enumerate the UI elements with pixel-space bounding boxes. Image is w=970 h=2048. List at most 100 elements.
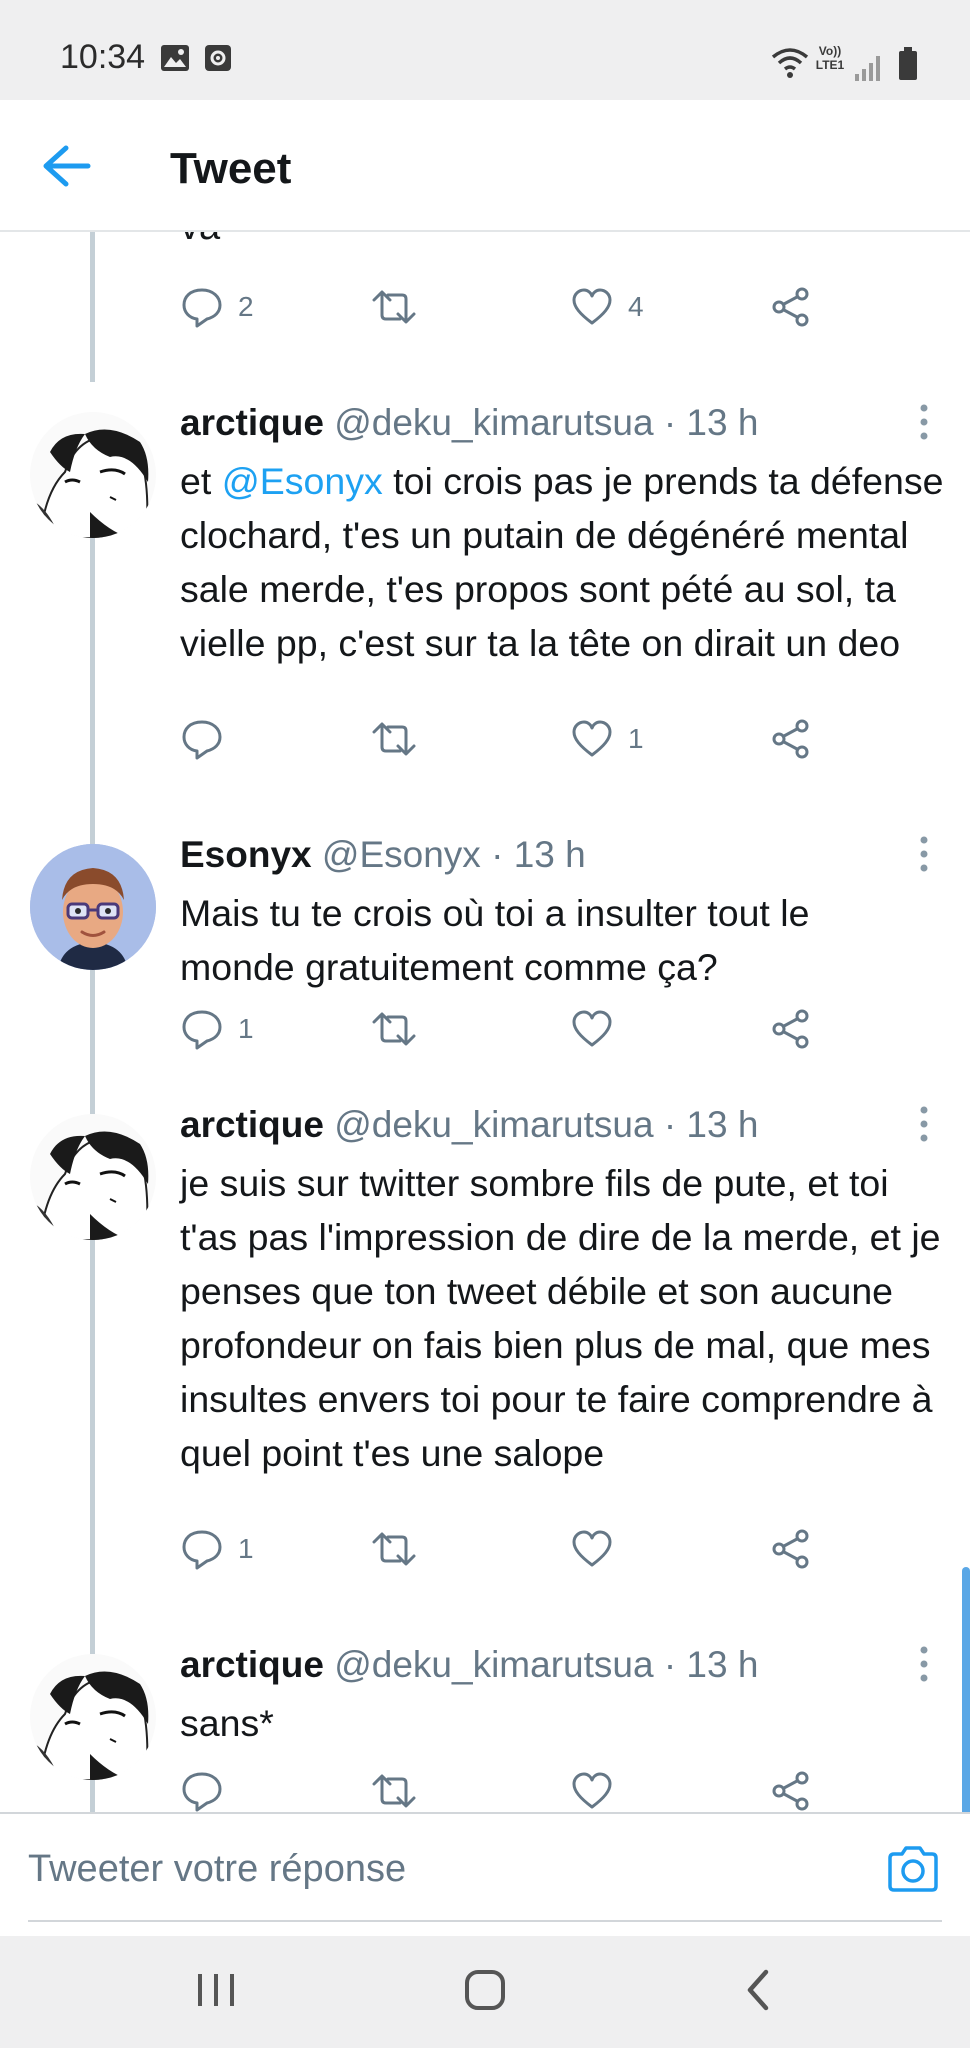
partial-tweet-text: va	[180, 232, 220, 249]
share-button[interactable]	[770, 1766, 812, 1812]
author-name[interactable]: arctique	[180, 1104, 324, 1145]
share-button[interactable]	[770, 1524, 812, 1574]
reply-button[interactable]: 2	[180, 282, 254, 332]
like-button[interactable]	[570, 1766, 628, 1812]
mention-link[interactable]: @Esonyx	[222, 460, 383, 502]
screen-record-icon	[205, 45, 231, 71]
camera-icon[interactable]	[886, 1844, 940, 1894]
thread-line	[90, 232, 95, 382]
like-button[interactable]: 4	[570, 282, 644, 332]
volte-lte-icon: Vo)) LTE1	[812, 44, 848, 72]
author-name[interactable]: arctique	[180, 402, 324, 443]
manga-avatar-image	[30, 1114, 156, 1240]
share-button[interactable]	[770, 282, 812, 332]
retweet-button[interactable]	[370, 282, 418, 332]
author-name[interactable]: Esonyx	[180, 834, 312, 875]
more-options-icon[interactable]	[914, 402, 934, 442]
memoji-avatar-image	[30, 844, 156, 970]
tweet-text: Mais tu te crois où toi a insulter tout …	[180, 892, 810, 988]
app-header: Tweet	[0, 100, 970, 232]
manga-avatar-image	[30, 1654, 156, 1780]
reply-icon	[182, 1772, 222, 1812]
retweet-icon	[372, 1012, 416, 1046]
tweet-actions: 2 4	[180, 282, 840, 332]
home-icon[interactable]	[462, 1966, 508, 2014]
heart-icon	[572, 1010, 612, 1047]
reply-count: 2	[238, 291, 254, 322]
reply-count: 1	[238, 1533, 254, 1564]
avatar[interactable]	[30, 1114, 156, 1240]
share-icon	[772, 719, 809, 759]
tweet-text: je suis sur twitter sombre fils de pute,…	[180, 1162, 941, 1474]
tweet-actions: 1	[180, 1524, 840, 1574]
like-button[interactable]	[570, 1524, 628, 1574]
arrow-left-icon[interactable]	[40, 144, 92, 188]
manga-avatar-image	[30, 412, 156, 538]
more-options-icon[interactable]	[914, 1644, 934, 1684]
status-time: 10:34	[60, 38, 146, 76]
like-count: 4	[628, 291, 644, 322]
share-button[interactable]	[770, 1004, 812, 1054]
retweet-icon	[372, 290, 416, 324]
reply-button[interactable]	[180, 1766, 238, 1812]
tweet-time: · 13 h	[491, 834, 586, 875]
author-handle[interactable]: @deku_kimarutsua	[334, 402, 653, 443]
reply-count: 1	[238, 1013, 254, 1044]
reply-icon	[182, 1530, 222, 1570]
scrollbar[interactable]	[962, 1567, 970, 1812]
image-icon	[161, 45, 189, 71]
author-name[interactable]: arctique	[180, 1644, 324, 1685]
like-button[interactable]	[570, 1004, 628, 1054]
heart-icon	[572, 288, 612, 325]
share-icon	[772, 287, 809, 327]
tweet-time: · 13 h	[663, 1104, 759, 1145]
reply-icon	[182, 288, 222, 328]
system-nav-bar	[0, 1936, 970, 2048]
tweet-time: · 13 h	[663, 402, 759, 443]
retweet-button[interactable]	[370, 1004, 418, 1054]
retweet-button[interactable]	[370, 714, 418, 764]
reply-input[interactable]: Tweeter votre réponse	[28, 1848, 406, 1891]
retweet-icon	[372, 1532, 416, 1566]
reply-button[interactable]	[180, 714, 238, 764]
like-button[interactable]: 1	[570, 714, 644, 764]
more-options-icon[interactable]	[914, 834, 934, 874]
like-count: 1	[628, 723, 644, 754]
retweet-button[interactable]	[370, 1766, 418, 1812]
reply-button[interactable]: 1	[180, 1524, 254, 1574]
back-icon[interactable]	[740, 1966, 776, 2014]
battery-icon	[899, 47, 917, 80]
tweet-text-prefix: et	[180, 460, 222, 502]
avatar[interactable]	[30, 412, 156, 538]
recent-apps-icon[interactable]	[194, 1966, 238, 2014]
reply-button[interactable]: 1	[180, 1004, 254, 1054]
share-icon	[772, 1529, 809, 1569]
tweet-header: arctique @deku_kimarutsua · 13 h	[180, 1644, 758, 1686]
more-options-icon[interactable]	[914, 1104, 934, 1144]
tweet-actions	[180, 1766, 840, 1812]
author-handle[interactable]: @Esonyx	[322, 834, 481, 875]
heart-icon	[572, 720, 612, 757]
tweet-text: et @Esonyx toi crois pas je prends ta dé…	[180, 454, 950, 670]
status-bar: 10:34 Vo)) LTE1	[0, 0, 970, 100]
tweet-header: Esonyx @Esonyx · 13 h	[180, 834, 586, 876]
share-icon	[772, 1009, 809, 1049]
signal-icon	[855, 56, 880, 81]
retweet-button[interactable]	[370, 1524, 418, 1574]
share-icon	[772, 1771, 809, 1811]
avatar[interactable]	[30, 844, 156, 970]
tweet-header: arctique @deku_kimarutsua · 13 h	[180, 402, 758, 444]
tweet-time: · 13 h	[663, 1644, 759, 1685]
volte-label: Vo))	[818, 44, 842, 58]
page-title: Tweet	[170, 144, 292, 193]
author-handle[interactable]: @deku_kimarutsua	[334, 1644, 653, 1685]
share-button[interactable]	[770, 714, 812, 764]
avatar[interactable]	[30, 1654, 156, 1780]
author-handle[interactable]: @deku_kimarutsua	[334, 1104, 653, 1145]
tweet-thread[interactable]: va 2 4	[0, 232, 970, 1812]
tweet-actions: 1	[180, 1004, 840, 1054]
tweet-text: sans*	[180, 1702, 274, 1744]
heart-icon	[572, 1772, 612, 1809]
tweet-actions: 1	[180, 714, 840, 764]
reply-composer[interactable]: Tweeter votre réponse	[0, 1812, 970, 1936]
